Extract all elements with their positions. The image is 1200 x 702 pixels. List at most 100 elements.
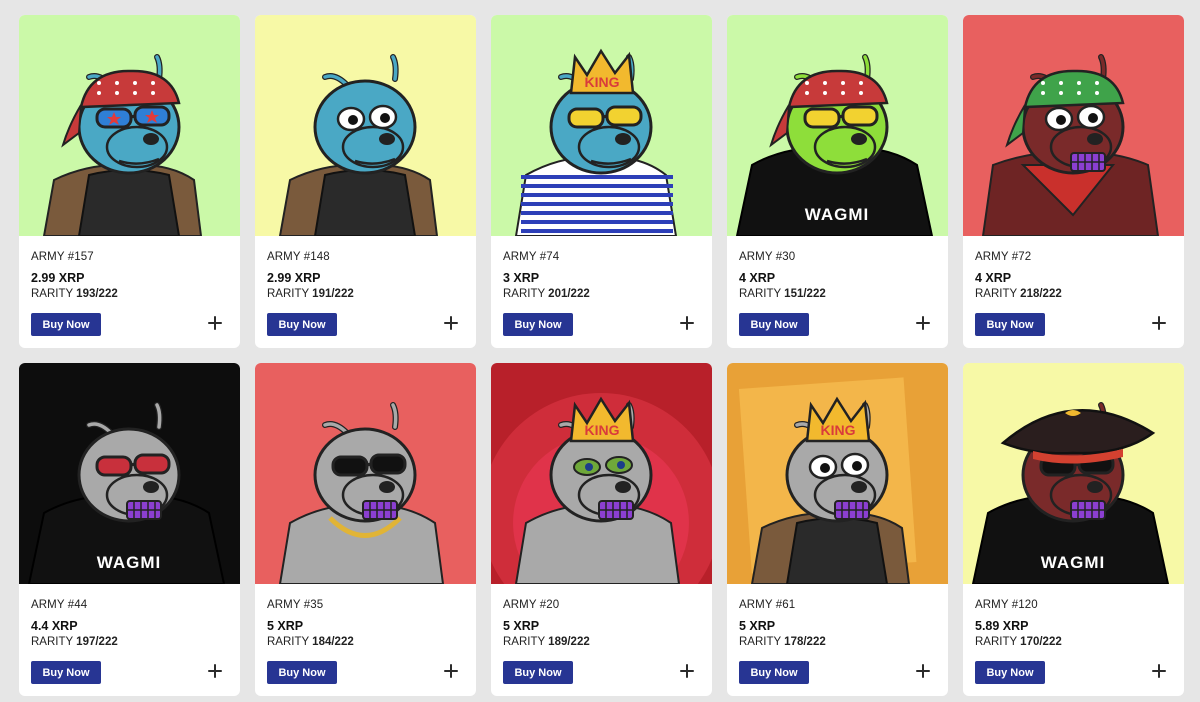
rarity-label: RARITY xyxy=(267,288,309,300)
nft-name: ARMY #20 xyxy=(503,599,560,611)
rarity-value: 193/222 xyxy=(76,288,118,300)
rarity-label: RARITY xyxy=(31,636,73,648)
rarity-label: RARITY xyxy=(975,288,1017,300)
nft-price: 2.99 XRP xyxy=(267,271,321,285)
nft-name: ARMY #61 xyxy=(739,599,796,611)
nft-rarity: RARITY 184/222 xyxy=(267,636,464,653)
nft-rarity: RARITY 197/222 xyxy=(31,636,228,653)
nft-artwork-illustration: KING xyxy=(491,363,712,584)
nft-name: ARMY #74 xyxy=(503,251,560,263)
nft-card[interactable]: ARMY #35 5 XRP RARITY 184/222 Buy Now xyxy=(255,363,476,696)
nft-card[interactable]: WAGMI ARMY #30 4 XRP RARITY 151/222 Buy Now xyxy=(727,15,948,348)
rarity-label: RARITY xyxy=(267,636,309,648)
nft-rarity: RARITY 189/222 xyxy=(503,636,700,653)
nft-price: 3 XRP xyxy=(503,271,540,285)
rarity-value: 191/222 xyxy=(312,288,354,300)
plus-icon[interactable] xyxy=(1152,316,1166,330)
nft-rarity: RARITY 178/222 xyxy=(739,636,936,653)
nft-price: 2.99 XRP xyxy=(31,271,85,285)
nft-grid: ARMY #157 2.99 XRP RARITY 193/222 Buy Now AR… xyxy=(19,15,1184,696)
nft-artwork-image[interactable] xyxy=(255,15,476,236)
buy-now-button[interactable]: Buy Now xyxy=(267,313,337,336)
buy-now-button[interactable]: Buy Now xyxy=(267,661,337,684)
rarity-label: RARITY xyxy=(503,636,545,648)
nft-price: 4 XRP xyxy=(739,271,776,285)
nft-name: ARMY #35 xyxy=(267,599,324,611)
nft-card-info: ARMY #20 5 XRP RARITY 189/222 Buy Now xyxy=(491,584,712,696)
rarity-label: RARITY xyxy=(739,288,781,300)
svg-text:KING: KING xyxy=(585,422,620,438)
nft-rarity: RARITY 193/222 xyxy=(31,288,228,305)
buy-now-button[interactable]: Buy Now xyxy=(503,313,573,336)
rarity-label: RARITY xyxy=(503,288,545,300)
nft-price: 4.4 XRP xyxy=(31,619,78,633)
plus-icon[interactable] xyxy=(916,316,930,330)
nft-rarity: RARITY 201/222 xyxy=(503,288,700,305)
plus-icon[interactable] xyxy=(444,316,458,330)
nft-artwork-image[interactable]: WAGMI xyxy=(963,363,1184,584)
nft-price: 5.89 XRP xyxy=(975,619,1029,633)
plus-icon[interactable] xyxy=(208,316,222,330)
nft-name: ARMY #30 xyxy=(739,251,796,263)
nft-artwork-image[interactable]: KING xyxy=(727,363,948,584)
rarity-label: RARITY xyxy=(975,636,1017,648)
nft-rarity: RARITY 191/222 xyxy=(267,288,464,305)
plus-icon[interactable] xyxy=(916,664,930,678)
plus-icon[interactable] xyxy=(1152,664,1166,678)
rarity-value: 201/222 xyxy=(548,288,590,300)
rarity-value: 189/222 xyxy=(548,636,590,648)
buy-now-button[interactable]: Buy Now xyxy=(975,313,1045,336)
buy-now-button[interactable]: Buy Now xyxy=(975,661,1045,684)
nft-artwork-image[interactable]: KING xyxy=(491,363,712,584)
nft-card-info: ARMY #120 5.89 XRP RARITY 170/222 Buy Now xyxy=(963,584,1184,696)
nft-artwork-illustration xyxy=(255,15,476,236)
rarity-label: RARITY xyxy=(31,288,73,300)
plus-icon[interactable] xyxy=(444,664,458,678)
buy-now-button[interactable]: Buy Now xyxy=(31,313,101,336)
nft-card[interactable]: ARMY #148 2.99 XRP RARITY 191/222 Buy Now xyxy=(255,15,476,348)
rarity-value: 170/222 xyxy=(1020,636,1062,648)
nft-artwork-image[interactable]: WAGMI xyxy=(19,363,240,584)
nft-artwork-illustration: WAGMI xyxy=(19,363,240,584)
nft-artwork-image[interactable] xyxy=(255,363,476,584)
buy-now-button[interactable]: Buy Now xyxy=(503,661,573,684)
nft-card-info: ARMY #148 2.99 XRP RARITY 191/222 Buy Now xyxy=(255,236,476,348)
nft-artwork-image[interactable] xyxy=(19,15,240,236)
nft-price: 4 XRP xyxy=(975,271,1012,285)
nft-card[interactable]: KING ARMY #61 5 XRP RARITY 178/222 Buy Now xyxy=(727,363,948,696)
nft-card-info: ARMY #157 2.99 XRP RARITY 193/222 Buy Now xyxy=(19,236,240,348)
plus-icon[interactable] xyxy=(680,316,694,330)
nft-artwork-illustration xyxy=(19,15,240,236)
nft-card[interactable]: WAGMI ARMY #44 4.4 XRP RARITY 197/222 Buy No… xyxy=(19,363,240,696)
nft-card[interactable]: KING ARMY #20 5 XRP RARITY 189/222 Buy Now xyxy=(491,363,712,696)
nft-name: ARMY #157 xyxy=(31,251,94,263)
plus-icon[interactable] xyxy=(680,664,694,678)
nft-artwork-illustration: KING xyxy=(491,15,712,236)
nft-card-info: ARMY #35 5 XRP RARITY 184/222 Buy Now xyxy=(255,584,476,696)
buy-now-button[interactable]: Buy Now xyxy=(739,313,809,336)
nft-price: 5 XRP xyxy=(267,619,304,633)
nft-price: 5 XRP xyxy=(503,619,540,633)
rarity-value: 197/222 xyxy=(76,636,118,648)
nft-card[interactable]: ARMY #157 2.99 XRP RARITY 193/222 Buy Now xyxy=(19,15,240,348)
nft-price: 5 XRP xyxy=(739,619,776,633)
nft-card-info: ARMY #44 4.4 XRP RARITY 197/222 Buy Now xyxy=(19,584,240,696)
nft-card[interactable]: WAGMI ARMY #120 5.89 XRP RARITY 170/222 Buy … xyxy=(963,363,1184,696)
buy-now-button[interactable]: Buy Now xyxy=(739,661,809,684)
plus-icon[interactable] xyxy=(208,664,222,678)
nft-artwork-image[interactable]: KING xyxy=(491,15,712,236)
nft-name: ARMY #120 xyxy=(975,599,1038,611)
nft-card[interactable]: ARMY #72 4 XRP RARITY 218/222 Buy Now xyxy=(963,15,1184,348)
nft-artwork-image[interactable]: WAGMI xyxy=(727,15,948,236)
nft-artwork-illustration: KING xyxy=(727,363,948,584)
nft-artwork-image[interactable] xyxy=(963,15,1184,236)
nft-rarity: RARITY 151/222 xyxy=(739,288,936,305)
rarity-value: 218/222 xyxy=(1020,288,1062,300)
nft-card[interactable]: KING ARMY #74 3 XRP RARITY 201/222 Buy Now xyxy=(491,15,712,348)
nft-card-info: ARMY #30 4 XRP RARITY 151/222 Buy Now xyxy=(727,236,948,348)
nft-card-info: ARMY #74 3 XRP RARITY 201/222 Buy Now xyxy=(491,236,712,348)
nft-artwork-illustration xyxy=(255,363,476,584)
nft-name: ARMY #148 xyxy=(267,251,330,263)
svg-text:WAGMI: WAGMI xyxy=(1041,553,1106,572)
buy-now-button[interactable]: Buy Now xyxy=(31,661,101,684)
